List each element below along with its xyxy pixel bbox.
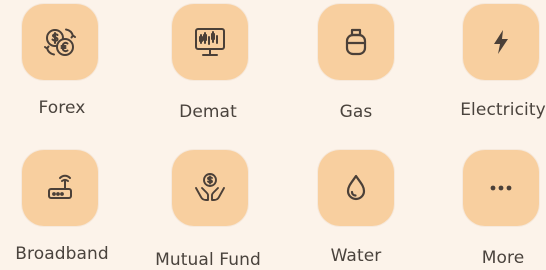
lightning-bolt-icon xyxy=(463,4,539,80)
currency-exchange-icon xyxy=(22,4,98,80)
stock-chart-monitor-icon xyxy=(172,4,248,80)
service-label: Demat xyxy=(179,102,237,122)
service-mutual-fund[interactable]: Mutual Fund xyxy=(138,146,278,270)
service-water[interactable]: Water xyxy=(286,146,426,266)
service-broadband[interactable]: Broadband xyxy=(0,146,132,266)
gas-cylinder-icon xyxy=(318,4,394,80)
service-label: Electricity xyxy=(460,100,546,120)
service-label: More xyxy=(481,248,525,268)
service-label: Forex xyxy=(38,98,86,118)
wifi-router-icon xyxy=(22,150,98,226)
service-label: Broadband xyxy=(15,244,109,264)
service-label: Mutual Fund xyxy=(155,250,261,270)
service-electricity[interactable]: Electricity xyxy=(433,0,546,120)
service-forex[interactable]: Forex xyxy=(0,0,132,120)
service-grid: Forex Demat Gas Electricity Broadband Mu… xyxy=(0,0,546,270)
service-more[interactable]: More xyxy=(433,146,546,268)
water-drop-icon xyxy=(318,150,394,226)
service-gas[interactable]: Gas xyxy=(286,0,426,122)
service-demat[interactable]: Demat xyxy=(138,0,278,122)
service-label: Water xyxy=(330,246,382,266)
hands-holding-coin-icon xyxy=(172,150,248,226)
service-label: Gas xyxy=(339,102,373,122)
more-dots-icon xyxy=(463,150,539,226)
